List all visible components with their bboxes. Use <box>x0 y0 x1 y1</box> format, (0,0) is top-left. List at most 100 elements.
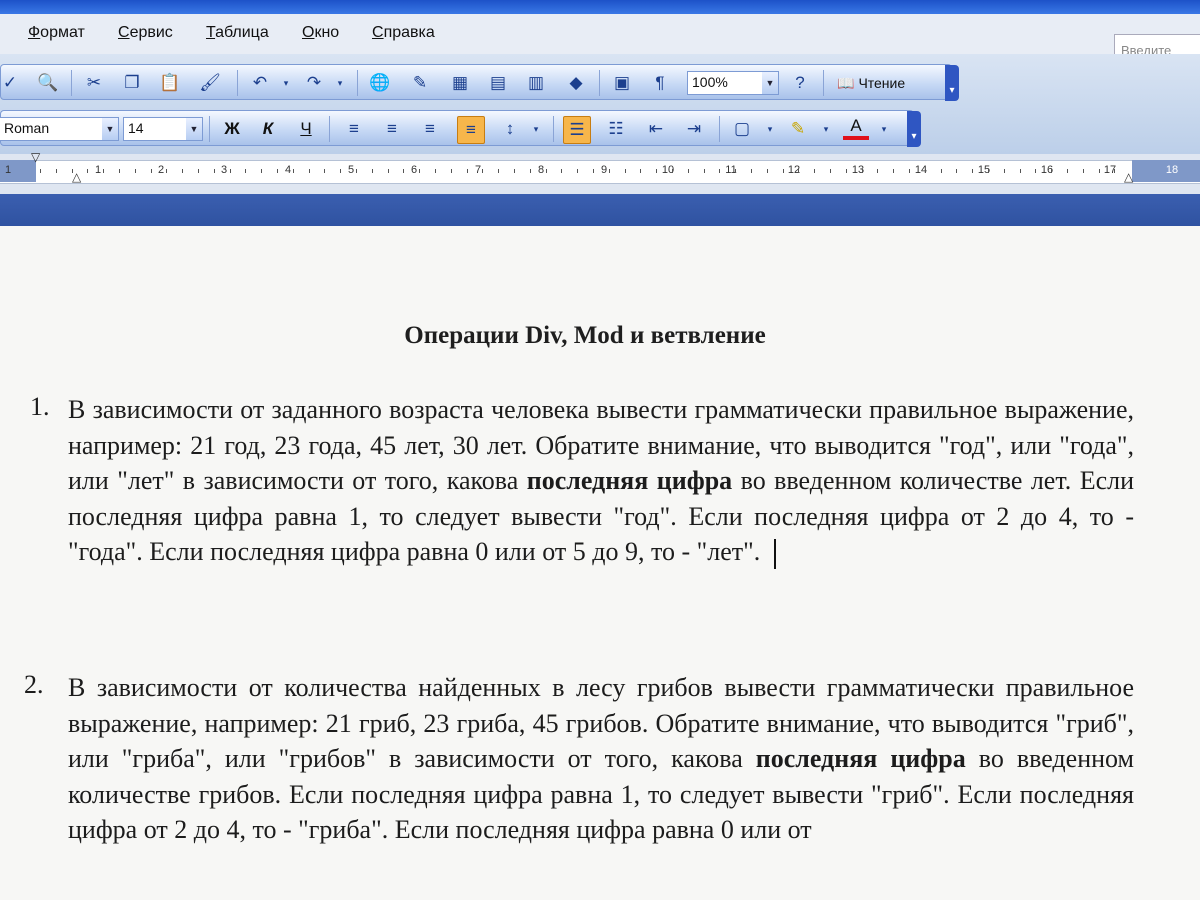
hanging-indent-icon[interactable]: △ <box>72 170 81 184</box>
reading-icon: 📖 <box>837 74 855 91</box>
redo-dropdown-icon[interactable]: ▾ <box>327 70 353 96</box>
insert-excel-icon[interactable]: ▤ <box>485 70 511 96</box>
ruler-tick <box>87 169 89 173</box>
toolbar-separator <box>357 70 358 96</box>
ruler-number: 4 <box>284 164 292 176</box>
ruler-tick <box>119 169 120 173</box>
ruler-number: 6 <box>410 164 418 176</box>
document-map-icon[interactable]: ▣ <box>609 70 635 96</box>
ruler-tick <box>229 169 231 173</box>
menu-bar: Формат Сервис Таблица Окно Справка Введи… <box>0 14 1200 74</box>
chevron-down-icon[interactable]: ▼ <box>762 72 778 94</box>
insert-table-icon[interactable]: ▦ <box>447 70 473 96</box>
menu-help[interactable]: Справка <box>372 24 435 42</box>
item-bold-text: последняя цифра <box>755 744 966 773</box>
first-line-indent-icon[interactable]: ▽ <box>31 150 40 164</box>
item-bold-text: последняя цифра <box>526 466 733 495</box>
align-center-icon[interactable]: ≡ <box>379 116 405 142</box>
zoom-combo[interactable]: 100% ▼ <box>687 71 779 95</box>
ruler-tick <box>277 169 278 173</box>
document-page[interactable]: Операции Div, Mod и ветвление 1. В завис… <box>0 226 1200 900</box>
numbering-icon[interactable]: ☰ <box>563 116 591 144</box>
ruler-number: 2 <box>157 164 165 176</box>
ruler-number: 18 <box>1165 164 1179 176</box>
reading-label: Чтение <box>858 75 906 91</box>
reading-mode-button[interactable]: 📖 Чтение <box>837 71 905 95</box>
hyperlink-icon[interactable]: 🌐 <box>367 70 393 96</box>
ruler-tick <box>435 169 436 173</box>
list-item[interactable]: В зависимости от количества найденных в … <box>68 670 1134 848</box>
drawing-icon[interactable]: ◆ <box>563 70 589 96</box>
line-spacing-icon[interactable]: ↕ <box>497 116 523 142</box>
chevron-down-icon[interactable]: ▼ <box>186 118 202 140</box>
ruler-tick <box>735 169 737 173</box>
highlight-icon[interactable]: ✎ <box>785 116 811 142</box>
align-right-icon[interactable]: ≡ <box>417 116 443 142</box>
show-hide-icon[interactable]: ¶ <box>647 70 673 96</box>
ruler-tick <box>450 169 452 173</box>
ruler-tick <box>593 169 594 173</box>
ruler-tick <box>134 169 136 173</box>
font-size-combo[interactable]: 14 ▼ <box>123 117 203 141</box>
decrease-indent-icon[interactable]: ⇤ <box>643 116 669 142</box>
ruler-tick <box>940 169 942 173</box>
copy-icon[interactable]: ❐ <box>119 70 145 96</box>
list-number: 2. <box>24 670 44 699</box>
menu-table[interactable]: Таблица <box>206 24 269 42</box>
research-icon[interactable]: 🔍 <box>35 70 61 96</box>
font-color-dropdown-icon[interactable]: ▾ <box>871 116 897 142</box>
bullets-icon[interactable]: ☷ <box>603 116 629 142</box>
undo-icon[interactable]: ↶ <box>247 70 273 96</box>
ruler-tick <box>150 169 152 173</box>
ruler-tick <box>1082 169 1084 173</box>
undo-dropdown-icon[interactable]: ▾ <box>273 70 299 96</box>
toolbar-separator <box>329 116 330 142</box>
ruler-tick <box>877 169 879 173</box>
help-icon[interactable]: ? <box>787 70 813 96</box>
increase-indent-icon[interactable]: ⇥ <box>681 116 707 142</box>
ruler-tick <box>545 169 547 173</box>
italic-button[interactable]: К <box>255 116 281 142</box>
paste-icon[interactable]: 📋 <box>157 70 183 96</box>
borders-icon[interactable]: ▢ <box>729 116 755 142</box>
tables-borders-icon[interactable]: ✎ <box>407 70 433 96</box>
justify-icon[interactable]: ≡ <box>457 116 485 144</box>
ruler-tick <box>292 169 294 173</box>
ruler-number: 7 <box>474 164 482 176</box>
menu-tools[interactable]: Сервис <box>118 24 173 42</box>
toolbar-options-icon[interactable]: ▾ <box>945 65 959 101</box>
ruler-tick <box>308 169 310 173</box>
chevron-down-icon[interactable]: ▼ <box>102 118 118 140</box>
cut-icon[interactable]: ✂ <box>81 70 107 96</box>
ruler-tick <box>719 169 721 173</box>
ruler-tick <box>1051 169 1053 173</box>
ruler-tick <box>751 169 752 173</box>
format-painter-icon[interactable]: 🖌 <box>197 70 223 96</box>
borders-dropdown-icon[interactable]: ▾ <box>757 116 783 142</box>
bold-button[interactable]: Ж <box>219 116 245 142</box>
redo-icon[interactable]: ↷ <box>301 70 327 96</box>
line-spacing-dropdown-icon[interactable]: ▾ <box>523 116 549 142</box>
align-left-icon[interactable]: ≡ <box>341 116 367 142</box>
horizontal-ruler[interactable]: ▽ △ △ 1 1 2 3 4 5 6 7 8 9 10 11 12 13 14… <box>0 150 1200 194</box>
ruler-tick <box>861 169 863 173</box>
columns-icon[interactable]: ▥ <box>523 70 549 96</box>
highlight-dropdown-icon[interactable]: ▾ <box>813 116 839 142</box>
list-item[interactable]: В зависимости от заданного возраста чело… <box>68 392 1134 570</box>
font-name-combo[interactable]: Roman ▼ <box>0 117 119 141</box>
ruler-tick <box>166 169 168 173</box>
ruler-tick <box>624 169 626 173</box>
underline-button[interactable]: Ч <box>293 116 319 142</box>
right-indent-icon[interactable]: △ <box>1124 170 1133 184</box>
ruler-tick <box>956 169 958 173</box>
ruler-tick <box>182 169 184 173</box>
ruler-tick <box>798 169 800 173</box>
ruler-tick <box>766 169 768 173</box>
toolbar-options-icon[interactable]: ▾ <box>907 111 921 147</box>
ruler-tick <box>672 169 673 173</box>
font-color-button[interactable]: A <box>843 116 869 140</box>
menu-window[interactable]: Окно <box>302 24 339 42</box>
spelling-icon[interactable]: ✓ <box>0 70 23 96</box>
ruler-tick <box>703 169 705 173</box>
menu-format[interactable]: Формат <box>28 24 85 42</box>
